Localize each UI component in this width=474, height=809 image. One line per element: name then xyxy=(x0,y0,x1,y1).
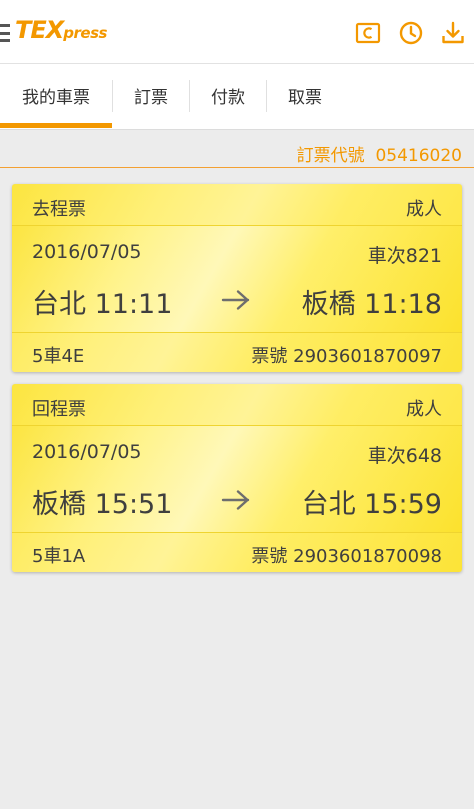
tab-bar: 我的車票 訂票 付款 取票 xyxy=(0,64,474,130)
order-code-row: 訂票代號 05416020 xyxy=(0,138,474,168)
calendar-c-icon[interactable] xyxy=(353,18,383,48)
tab-pickup[interactable]: 取票 xyxy=(267,78,343,112)
arrow-right-icon xyxy=(221,490,250,510)
logo-main-text: TEX xyxy=(15,16,64,44)
seat-number: 5車1A xyxy=(32,546,86,567)
passenger-type: 成人 xyxy=(406,199,442,220)
menu-icon[interactable] xyxy=(0,24,10,42)
top-app-bar: TEX press xyxy=(0,0,474,64)
tab-payment[interactable]: 付款 xyxy=(190,78,266,112)
return-ticket-card[interactable]: 回程票 成人 2016/07/05 車次648 板橋 15:51 台北 15:5… xyxy=(12,384,462,572)
clock-icon[interactable] xyxy=(396,18,426,48)
arrival-station-time: 板橋 11:18 xyxy=(301,289,442,320)
texpress-logo: TEX press xyxy=(15,16,107,48)
logo-sub-text: press xyxy=(63,24,107,42)
download-icon[interactable] xyxy=(438,18,468,48)
train-number: 車次821 xyxy=(367,245,442,267)
order-code-text: 訂票代號 05416020 xyxy=(297,141,462,166)
ticket-number: 票號 2903601870097 xyxy=(251,346,442,367)
tab-booking[interactable]: 訂票 xyxy=(113,78,189,112)
departure-station-time: 台北 11:11 xyxy=(32,289,173,320)
train-number: 車次648 xyxy=(367,445,442,467)
active-tab-indicator xyxy=(0,123,112,128)
outbound-ticket-card[interactable]: 去程票 成人 2016/07/05 車次821 台北 11:11 板橋 11:1… xyxy=(12,184,462,372)
travel-date: 2016/07/05 xyxy=(32,441,142,463)
order-code-value: 05416020 xyxy=(375,146,462,166)
tab-my-tickets[interactable]: 我的車票 xyxy=(0,78,112,112)
seat-number: 5車4E xyxy=(32,346,85,367)
ticket-type: 去程票 xyxy=(32,199,86,220)
arrival-station-time: 台北 15:59 xyxy=(301,489,442,520)
ticket-type: 回程票 xyxy=(32,399,86,420)
order-code-label: 訂票代號 xyxy=(296,146,365,166)
ticket-number: 票號 2903601870098 xyxy=(251,546,442,567)
passenger-type: 成人 xyxy=(406,399,442,420)
departure-station-time: 板橋 15:51 xyxy=(32,489,173,520)
travel-date: 2016/07/05 xyxy=(32,241,142,263)
arrow-right-icon xyxy=(221,290,250,310)
